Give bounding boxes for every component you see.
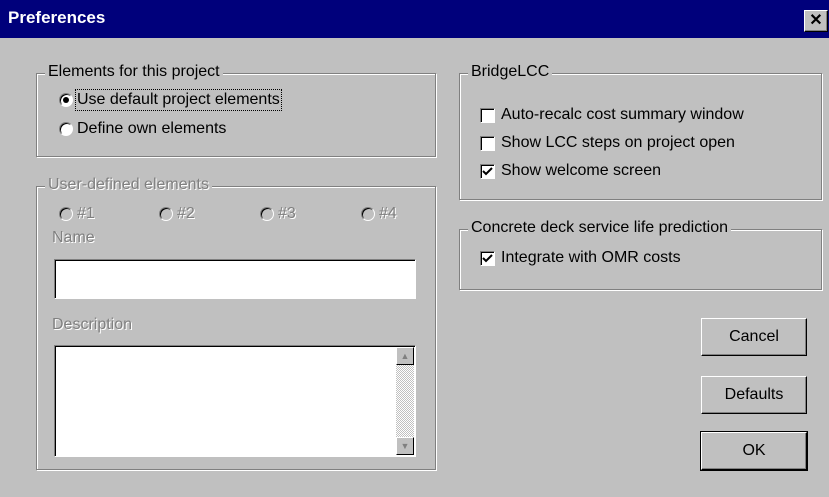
radio-element-3[interactable]: #3 xyxy=(260,205,296,223)
ok-button[interactable]: OK xyxy=(700,431,808,471)
radio-button[interactable] xyxy=(260,207,274,221)
radio-button[interactable] xyxy=(59,122,73,136)
checkmark-icon xyxy=(482,253,493,262)
checkbox[interactable] xyxy=(480,135,495,151)
checkbox-integrate-omr[interactable]: Integrate with OMR costs xyxy=(480,249,681,267)
description-scrollbar[interactable]: ▲ ▼ xyxy=(396,347,414,455)
checkbox-show-lcc-steps[interactable]: Show LCC steps on project open xyxy=(480,134,735,152)
radio-element-4[interactable]: #4 xyxy=(361,205,397,223)
radio-button[interactable] xyxy=(59,207,73,221)
checkbox-show-lcc-steps-label: Show LCC steps on project open xyxy=(501,134,735,151)
cancel-button-label: Cancel xyxy=(729,328,779,345)
scroll-down-arrow-icon: ▼ xyxy=(400,441,410,451)
window-title: Preferences xyxy=(8,8,106,27)
radio-element-3-label: #3 xyxy=(278,205,296,222)
radio-use-default[interactable]: Use default project elements xyxy=(59,89,282,111)
scroll-down-button[interactable]: ▼ xyxy=(396,437,414,455)
radio-element-2-label: #2 xyxy=(177,205,195,222)
checkmark-icon xyxy=(482,166,493,175)
defaults-button[interactable]: Defaults xyxy=(701,376,807,414)
concrete-group: Concrete deck service life prediction In… xyxy=(459,219,822,290)
checkbox-show-welcome[interactable]: Show welcome screen xyxy=(480,162,661,180)
elements-group: Elements for this project Use default pr… xyxy=(36,63,436,157)
elements-group-legend: Elements for this project xyxy=(45,63,223,81)
name-field[interactable] xyxy=(54,259,416,299)
radio-element-1[interactable]: #1 xyxy=(59,205,95,223)
close-button[interactable]: ✕ xyxy=(804,10,828,32)
scroll-up-button[interactable]: ▲ xyxy=(396,347,414,365)
radio-element-2[interactable]: #2 xyxy=(159,205,195,223)
radio-button[interactable] xyxy=(361,207,375,221)
radio-button[interactable] xyxy=(159,207,173,221)
checkbox-show-welcome-label: Show welcome screen xyxy=(501,162,662,179)
user-defined-legend: User-defined elements xyxy=(45,176,212,194)
radio-define-own[interactable]: Define own elements xyxy=(59,120,226,138)
cancel-button[interactable]: Cancel xyxy=(701,318,807,356)
checkbox-auto-recalc-label: Auto-recalc cost summary window xyxy=(501,106,744,123)
radio-element-4-label: #4 xyxy=(379,205,397,222)
close-icon: ✕ xyxy=(809,12,823,29)
description-label: Description xyxy=(52,316,133,333)
description-field[interactable]: ▲ ▼ xyxy=(54,345,416,457)
bridgelcc-legend: BridgeLCC xyxy=(468,63,553,81)
radio-button-selected[interactable] xyxy=(59,93,73,107)
name-label: Name xyxy=(52,229,95,246)
ok-button-label: OK xyxy=(742,442,766,459)
checkbox-auto-recalc[interactable]: Auto-recalc cost summary window xyxy=(480,106,744,124)
checkbox-checked[interactable] xyxy=(480,250,495,266)
radio-use-default-label: Use default project elements xyxy=(75,89,282,111)
title-bar[interactable]: Preferences ✕ xyxy=(0,0,829,38)
checkbox[interactable] xyxy=(480,107,495,123)
defaults-button-label: Defaults xyxy=(724,386,784,403)
radio-define-own-label: Define own elements xyxy=(77,120,227,137)
bridgelcc-group: BridgeLCC Auto-recalc cost summary windo… xyxy=(459,63,822,200)
concrete-legend: Concrete deck service life prediction xyxy=(468,219,732,237)
radio-element-1-label: #1 xyxy=(77,205,95,222)
user-defined-group: User-defined elements #1 #2 #3 #4 Name D… xyxy=(36,176,436,470)
checkbox-integrate-omr-label: Integrate with OMR costs xyxy=(501,249,681,266)
checkbox-checked[interactable] xyxy=(480,163,495,179)
scroll-up-arrow-icon: ▲ xyxy=(400,351,410,361)
